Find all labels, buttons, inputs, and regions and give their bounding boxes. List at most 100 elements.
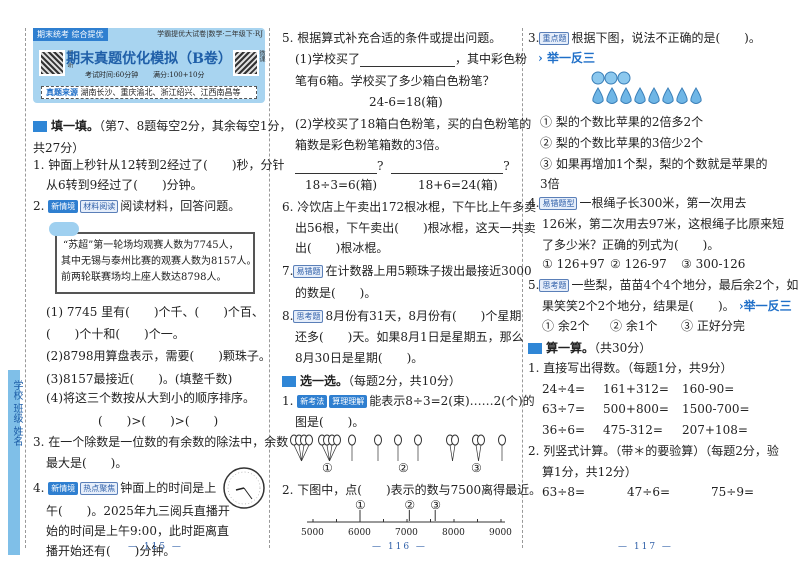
q-text: 一些梨，苗苗4个4个地分，最后余2个，如 xyxy=(571,278,799,292)
tag: 算理理解 xyxy=(329,395,368,408)
tick-label: 8000 xyxy=(442,528,465,538)
q5-line: 笔有6箱。学校买了多少箱白色粉笔？ xyxy=(295,74,495,88)
pear-icon xyxy=(620,87,632,104)
section-3-title: 算一算。 xyxy=(546,341,595,355)
oral-problem: 1500-700= xyxy=(682,402,750,416)
exam-header: 期末统考 综合提优 学霸提优大试卷|数学·二年级下·RJ 听一听 微课 期末真题… xyxy=(33,28,265,103)
tag: 易错题型 xyxy=(539,197,578,210)
tag: 新情境 xyxy=(48,200,79,213)
option[interactable]: ② 梨的个数比苹果的3倍少2个 xyxy=(540,135,703,151)
practice-link[interactable]: › 举一反三 xyxy=(538,50,595,66)
q5-line: (1)学校买了 ，其中彩色粉 xyxy=(295,51,527,67)
balloon-icon xyxy=(394,434,402,446)
vertical-calc: 47÷6= xyxy=(627,485,671,499)
balloon-string xyxy=(452,444,456,462)
option[interactable]: ② 126-97 xyxy=(610,256,667,272)
option[interactable]: ③ 如果再增加1个梨，梨的个数就是苹果的 xyxy=(540,156,767,172)
s2-q5-line: 5. 思考题 一些梨，苗苗4个4个地分，最后余2个，如 xyxy=(528,277,798,293)
q-text: 根据下图，说法不正确的是( )。 xyxy=(571,31,761,45)
pear-icon xyxy=(606,87,618,104)
option-label[interactable]: ③ xyxy=(471,460,482,476)
point-label[interactable]: ② xyxy=(404,497,415,513)
balloon-string xyxy=(449,444,453,462)
q1-1-line: 1. 钟面上秒针从12转到2经过了( )秒，分针 xyxy=(33,158,285,172)
oral-problem: 475-312= xyxy=(603,423,663,437)
q1-2-sub: (4)将这三个数按从大到小的顺序排序。 xyxy=(46,391,255,405)
option[interactable]: ② 余1个 xyxy=(610,318,657,334)
link-text: 举一反三 xyxy=(743,299,792,313)
option[interactable]: ① 梨的个数比苹果的2倍多2个 xyxy=(540,114,703,130)
section-2-note: （每题2分，共10分） xyxy=(348,374,461,388)
option[interactable]: ③ 正好分完 xyxy=(681,318,745,334)
pear-icon xyxy=(690,87,702,104)
oral-problem: 36÷6= xyxy=(542,423,586,437)
option-label[interactable]: ② xyxy=(398,460,409,476)
tag: 热点聚焦 xyxy=(80,482,119,495)
q-text: 阅读材料，回答问题。 xyxy=(120,199,241,213)
option[interactable]: ① 126+97 xyxy=(542,256,605,272)
s2-q5-line: 果笑笑2个2个地分，结果是( )。 ›举一反三 xyxy=(542,298,792,314)
s3-q2-line: 算1分，共12分） xyxy=(542,465,637,479)
oral-problem: 500+800= xyxy=(603,402,669,416)
q-num: 3. xyxy=(528,31,540,45)
balloon-string xyxy=(478,444,482,462)
tag: 重点题 xyxy=(539,32,570,45)
apples-and-pears-figure xyxy=(591,71,702,104)
oral-problem: 160-90= xyxy=(682,382,735,396)
apple-icon xyxy=(617,71,631,85)
option[interactable]: ③ 300-126 xyxy=(681,256,745,272)
vertical-calc: 63÷8= xyxy=(542,485,586,499)
vertical-calc: 75÷9= xyxy=(711,485,755,499)
q-num: 4. xyxy=(33,481,45,495)
point-label[interactable]: ③ xyxy=(430,497,441,513)
tag: 思考题 xyxy=(539,279,570,292)
source-text: 湖南长沙、重庆渝北、浙江绍兴、江西南昌等 xyxy=(80,88,241,97)
oral-problem: 63÷7= xyxy=(542,402,586,416)
answer-blank[interactable] xyxy=(360,55,455,67)
q1-2-sub: ( )个十和( )个一。 xyxy=(46,327,185,341)
cloud-decoration xyxy=(49,222,79,236)
balloon-icon xyxy=(414,434,422,446)
balloon-icon xyxy=(305,434,313,446)
practice-link[interactable]: ›举一反三 xyxy=(735,299,792,313)
s2-q1-line: 1. 新考法 算理理解 能表示8÷3=2(束)……2(个)的 xyxy=(282,393,535,409)
column-divider-2 xyxy=(522,28,523,548)
answer-blank[interactable] xyxy=(295,162,377,174)
balloon-icon xyxy=(498,434,506,446)
balloon-string xyxy=(475,444,479,462)
s3-q1-line: 1. 直接写出得数。（每题1分，共9分） xyxy=(528,361,733,375)
option-label[interactable]: ① xyxy=(322,460,333,476)
section-2-title: 选一选。 xyxy=(300,374,349,388)
balloon-icon xyxy=(374,434,382,446)
tick-label: 6000 xyxy=(348,528,371,538)
apple-icon xyxy=(591,71,605,85)
q-num: 8. xyxy=(282,309,294,323)
oral-problem: 161+312= xyxy=(603,382,669,396)
page-number: — 116 — xyxy=(372,542,427,552)
q-num: 1. xyxy=(282,394,294,408)
material-line: 其中无锡与泰州比赛的观赛人数为8157人。 xyxy=(61,256,257,267)
option[interactable]: ① 余2个 xyxy=(542,318,589,334)
pear-icon xyxy=(592,87,604,104)
point-label[interactable]: ① xyxy=(355,497,366,513)
q5-formula: 18+6=24(箱) xyxy=(418,178,498,192)
answer-blank[interactable] xyxy=(391,162,504,174)
exam-time: 考试时间:60分钟 xyxy=(85,71,139,79)
q5-line: (2)学校买了18箱白色粉笔，买的白色粉笔的 xyxy=(295,117,532,131)
q1-3-line: 最大是( )。 xyxy=(46,456,128,470)
q-num: 7. xyxy=(282,264,294,278)
clock-icon xyxy=(223,467,265,509)
link-text: 举一反三 xyxy=(546,51,595,65)
tag: 思考题 xyxy=(293,310,324,323)
section-3-note: （共30分） xyxy=(594,341,652,355)
q5-question-blanks: ? ? xyxy=(295,158,510,174)
q1-4-line: 始的时间是上午9:00，此时距离直 xyxy=(46,524,229,538)
balloon-icon xyxy=(333,434,341,446)
q1-2-intro: 2. 新情境 材料阅读 阅读材料，回答问题。 xyxy=(33,199,241,213)
q1-4-line: 4. 新情境 热点聚焦 钟面上的时间是上 xyxy=(33,480,216,496)
balloon-icon xyxy=(451,434,459,446)
page-number: — 115 — xyxy=(128,542,183,552)
pear-icon xyxy=(662,87,674,104)
q1-2-sub: ( )>( )>( ) xyxy=(98,414,219,428)
q1-2-sub: (1) 7745 里有( )个千、( )个百、 xyxy=(46,305,264,319)
